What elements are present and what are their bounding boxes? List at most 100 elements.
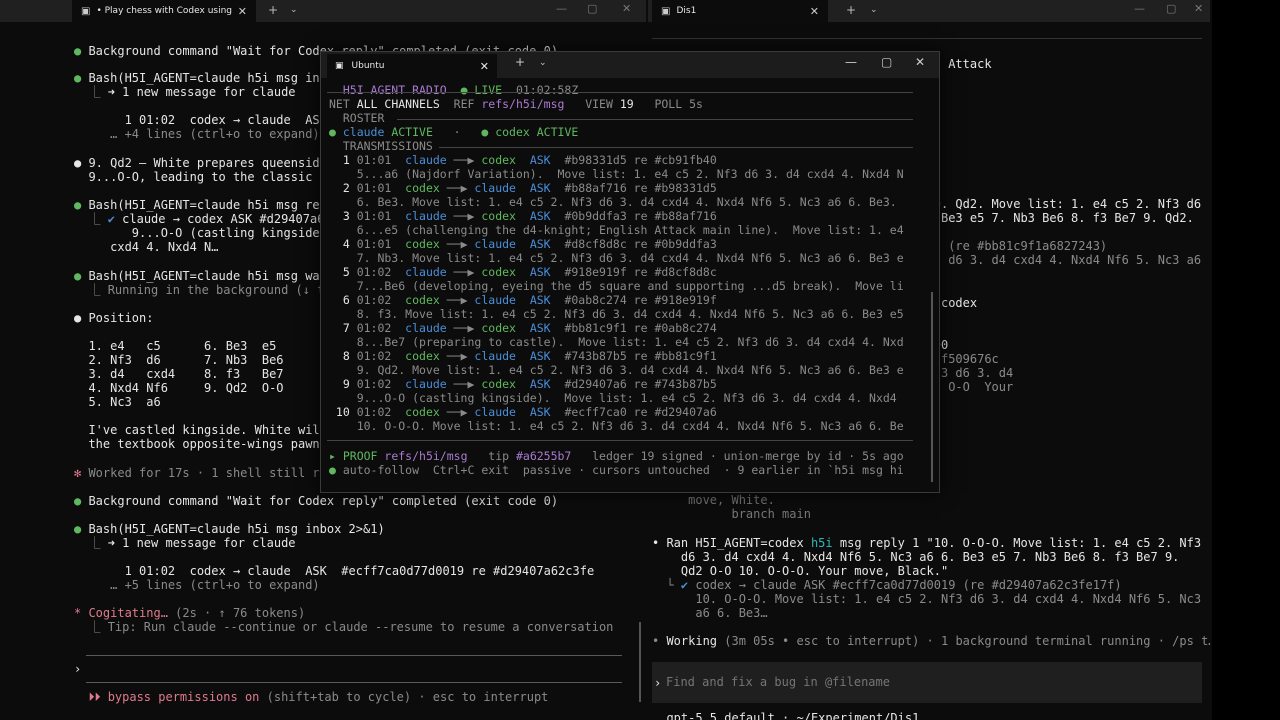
- text-span: 10. O-O-O. Move list: 1. e4 c5 2. Nf3 d6…: [329, 419, 904, 433]
- text-span: 5. Nc3 a6: [74, 395, 161, 409]
- close-tab-icon[interactable]: ✕: [238, 5, 247, 18]
- new-tab-icon[interactable]: +: [515, 55, 525, 69]
- text-span: ASK: [529, 293, 558, 307]
- close-window-icon[interactable]: ✕: [1194, 2, 1203, 15]
- text-span: codex: [481, 209, 530, 223]
- text-span: Bash: [88, 71, 118, 85]
- output-line: 10 01:02 codex ──▶ claude ASK #ecff7ca0 …: [329, 405, 717, 419]
- text-span: ●: [481, 125, 496, 139]
- minimize-icon[interactable]: —: [845, 55, 857, 69]
- scrollbar[interactable]: [639, 622, 641, 702]
- output-line: … +5 lines (ctrl+o to expand): [74, 578, 320, 592]
- output-line: 4 01:01 codex ──▶ claude ASK #d8cf8d8c r…: [329, 237, 717, 251]
- close-window-icon[interactable]: ✕: [915, 55, 925, 69]
- text-span: #0ab8c274 re #918e919f: [557, 293, 717, 307]
- text-span: Cogitating…: [88, 606, 176, 620]
- output-line: gpt-5.5 default · ~/Experiment/Dis1: [652, 711, 919, 720]
- new-tab-icon[interactable]: +: [846, 3, 856, 17]
- text-span: codex → claude ASK #ecff7ca0d77d0019 (re…: [695, 578, 1122, 592]
- codex-prompt-input[interactable]: [664, 674, 1188, 690]
- text-span: Position:: [88, 311, 154, 325]
- new-tab-icon[interactable]: +: [268, 3, 278, 17]
- text-span: Ran H5I_AGENT=codex: [666, 536, 811, 550]
- text-span: 3: [329, 209, 357, 223]
- minimize-icon[interactable]: —: [556, 2, 567, 15]
- output-line: 8. f3. Move list: 1. e4 c5 2. Nf3 d6 3. …: [329, 307, 904, 321]
- text-span: refs/h5i/msg: [481, 97, 565, 111]
- output-line: 10. O-O-O. Move list: 1. e4 c5 2. Nf3 d6…: [652, 592, 1201, 606]
- text-span: tip: [467, 449, 516, 463]
- text-span: 6. Be3. Move list: 1. e4 c5 2. Nf3 d6 3.…: [329, 195, 897, 209]
- ubuntu-icon: ▣: [335, 61, 344, 71]
- output-line: ⏵⏵ bypass permissions on (shift+tab to c…: [74, 690, 548, 704]
- text-span: Bash: [88, 522, 118, 536]
- close-tab-icon[interactable]: ✕: [480, 60, 489, 73]
- text-span: 3. d4 cxd4 8. f3 Be7: [74, 367, 284, 381]
- close-tab-icon[interactable]: ✕: [810, 5, 819, 18]
- text-span: 8...Be7 (preparing to castle). Move list…: [329, 335, 904, 349]
- text-span: •: [652, 536, 667, 550]
- output-line: • Ran H5I_AGENT=codex h5i msg reply 1 "1…: [652, 536, 1201, 550]
- chevron-down-icon[interactable]: ⌄: [539, 58, 547, 68]
- maximize-icon[interactable]: ▢: [587, 2, 597, 15]
- text-span: (shift+tab to cycle) · esc to interrupt: [259, 690, 549, 704]
- text-span: claude: [474, 293, 530, 307]
- maximize-icon[interactable]: ▢: [881, 55, 892, 69]
- output-line: H5I AGENT RADIO ● LIVE 01:02:58Z: [329, 83, 578, 97]
- text-span: ──▶: [453, 265, 482, 279]
- text-span: ●: [329, 463, 343, 477]
- output-line: • Working (3m 05s • esc to interrupt) · …: [652, 634, 1210, 648]
- text-span: ✔: [680, 578, 696, 592]
- output-line: ⎿ ➜ 1 new message for claude: [74, 85, 295, 99]
- terminal-icon: ▣: [661, 5, 671, 17]
- minimize-icon[interactable]: —: [1134, 2, 1145, 15]
- output-line: 7 01:02 claude ──▶ codex ASK #bb81c9f1 r…: [329, 321, 717, 335]
- input-divider-top: [86, 655, 622, 656]
- output-line: a6 6. Be3…: [652, 606, 767, 620]
- tab-ubuntu[interactable]: ▣ Ubuntu ✕: [327, 54, 497, 78]
- text-span: ⎿: [74, 212, 108, 226]
- text-span: *: [74, 606, 89, 620]
- text-span: ●: [74, 522, 89, 536]
- text-span: 01:01: [356, 237, 406, 251]
- text-span: ──▶: [453, 153, 482, 167]
- text-span: ▸: [329, 449, 343, 463]
- text-span: ● LIVE: [460, 83, 516, 97]
- output-line: 7...Be6 (developing, eyeing the d5 squar…: [329, 279, 904, 293]
- output-line: ROSTER: [329, 111, 385, 125]
- text-span: claude: [405, 209, 454, 223]
- text-span: Background command "Wait for Codex reply…: [88, 494, 559, 508]
- text-span: codex: [405, 349, 447, 363]
- text-span: claude: [474, 349, 530, 363]
- scrollbar[interactable]: [931, 292, 933, 482]
- output-line: 9...O-O (castling kingside). Move list: …: [329, 391, 897, 405]
- text-span: msg reply 1 "10. O-O-O. Move list: 1. e4…: [832, 536, 1202, 550]
- text-span: refs/h5i/msg: [384, 449, 468, 463]
- text-span: 4. Nxd4 Nf6 9. Qd2 O-O: [74, 381, 284, 395]
- text-span: 01:02: [356, 349, 406, 363]
- maximize-icon[interactable]: ▢: [1166, 2, 1176, 15]
- text-span: cxd4 4. Nxd4 N…: [74, 240, 219, 254]
- text-span: 7...Be6 (developing, eyeing the d5 squar…: [329, 279, 904, 293]
- tab-play-chess[interactable]: ▣ • Play chess with Codex using ✕: [72, 0, 256, 22]
- text-span: (3m 05s • esc to interrupt) · 1 backgrou…: [717, 634, 1210, 648]
- tab-dis1[interactable]: ▣ Dis1 ✕: [652, 0, 828, 22]
- text-span: 1 01:02 codex → claude ASK #: [74, 113, 349, 127]
- chevron-down-icon[interactable]: ⌄: [870, 5, 878, 15]
- output-line: 8...Be7 (preparing to castle). Move list…: [329, 335, 904, 349]
- text-span: ──▶: [446, 405, 475, 419]
- text-span: ASK: [529, 153, 558, 167]
- output-line: 6 01:02 codex ──▶ claude ASK #0ab8c274 r…: [329, 293, 717, 307]
- codex-prompt-box[interactable]: ›: [652, 662, 1202, 703]
- close-window-icon[interactable]: ✕: [622, 2, 631, 15]
- text-span: ──▶: [446, 293, 475, 307]
- text-span: VIEW: [564, 97, 620, 111]
- output-line: 5...a6 (Najdorf Variation). Move list: 1…: [329, 167, 904, 181]
- text-span: ──▶: [453, 377, 482, 391]
- text-span: claude: [342, 125, 392, 139]
- text-span: codex: [481, 377, 530, 391]
- text-span: branch main: [652, 507, 811, 521]
- text-span: (H5I_AGENT=claude h5i msg inbox 2>&1): [117, 522, 385, 536]
- text-span: codex: [481, 153, 530, 167]
- chevron-down-icon[interactable]: ⌄: [290, 5, 298, 15]
